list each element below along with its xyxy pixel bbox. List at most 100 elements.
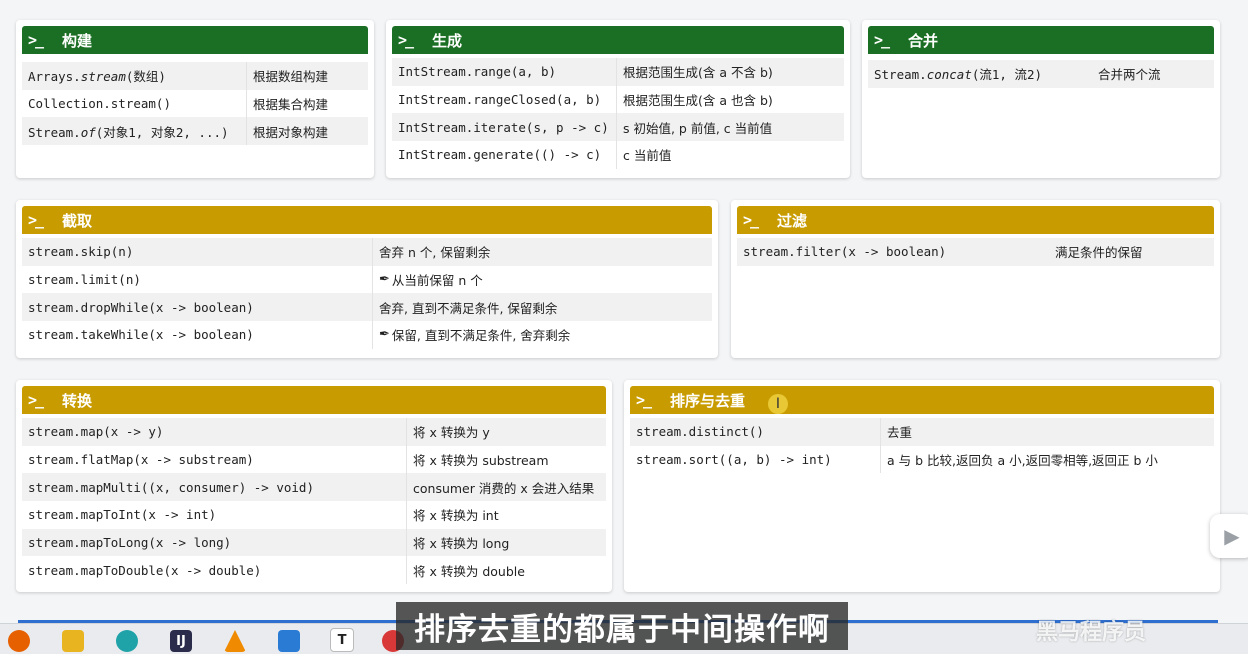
card-build: >_ 构建 Arrays.stream(数组) 根据数组构建 Collectio… — [16, 20, 374, 178]
code-cell: stream.filter(x -> boolean) — [743, 244, 947, 260]
table-row: stream.mapToLong(x -> long) 将 x 转换为 long — [22, 528, 606, 557]
typora-icon[interactable]: T — [330, 628, 354, 652]
code-cell: IntStream.iterate(s, p -> c) — [398, 119, 609, 135]
desc-cell: 将 x 转换为 double — [406, 556, 525, 585]
desc-cell: 将 x 转换为 int — [406, 501, 499, 529]
desc-cell: s 初始值, p 前值, c 当前值 — [616, 113, 772, 142]
desc-cell: a 与 b 比较,返回负 a 小,返回零相等,返回正 b 小 — [880, 445, 1158, 474]
table-row: Arrays.stream(数组) 根据数组构建 — [22, 62, 368, 90]
text-cursor-icon: I — [768, 394, 788, 414]
section-title: 排序与去重 — [670, 391, 746, 410]
table-row: stream.dropWhile(x -> boolean) 舍弃, 直到不满足… — [22, 293, 712, 322]
section-header-filter: >_ 过滤 — [737, 206, 1214, 234]
desc-cell: 将 x 转换为 substream — [406, 445, 549, 474]
table-row: stream.mapToDouble(x -> double) 将 x 转换为 … — [22, 556, 606, 585]
table-row: stream.map(x -> y) 将 x 转换为 y — [22, 418, 606, 446]
section-title: 截取 — [62, 211, 93, 230]
terminal-prompt-icon: >_ — [28, 211, 44, 229]
code-cell: stream.mapToLong(x -> long) — [28, 535, 232, 551]
desc-cell: consumer 消费的 x 会进入结果 — [406, 473, 594, 502]
card-filter: >_ 过滤 stream.filter(x -> boolean) 满足条件的保… — [731, 200, 1220, 358]
terminal-prompt-icon: >_ — [636, 391, 652, 409]
vlc-icon[interactable] — [224, 630, 246, 652]
folder-icon[interactable] — [62, 630, 84, 652]
code-cell: stream.sort((a, b) -> int) — [636, 452, 832, 468]
desc-cell: 去重 — [880, 418, 912, 446]
desc-cell: 舍弃 n 个, 保留剩余 — [372, 238, 490, 266]
section-title: 转换 — [62, 391, 93, 410]
edge-icon[interactable] — [116, 630, 138, 652]
card-generate: >_ 生成 IntStream.range(a, b) 根据范围生成(含 a 不… — [386, 20, 850, 178]
pen-icon: ✒ — [379, 327, 390, 343]
desc-cell: 满足条件的保留 — [1055, 245, 1143, 261]
firefox-icon[interactable] — [8, 630, 30, 652]
desc-cell: c 当前值 — [616, 141, 671, 169]
vscode-icon[interactable] — [278, 630, 300, 652]
table-row: stream.limit(n) ✒ 从当前保留 n 个 — [22, 265, 712, 294]
table-row: stream.distinct() 去重 — [630, 418, 1214, 446]
code-cell: IntStream.range(a, b) — [398, 64, 557, 80]
code-cell: IntStream.generate(() -> c) — [398, 147, 602, 163]
table-row: stream.mapMulti((x, consumer) -> void) c… — [22, 473, 606, 502]
section-title: 生成 — [432, 31, 463, 50]
table-row: stream.takeWhile(x -> boolean) ✒ 保留, 直到不满… — [22, 321, 712, 349]
table-row: Stream.concat(流1, 流2) 合并两个流 — [868, 60, 1214, 88]
table-row: stream.flatMap(x -> substream) 将 x 转换为 s… — [22, 445, 606, 474]
desc-cell: 根据范围生成(含 a 也含 b) — [616, 85, 773, 114]
section-header-build: >_ 构建 — [22, 26, 368, 54]
desc-cell: 舍弃, 直到不满足条件, 保留剩余 — [372, 293, 557, 322]
code-cell: stream.skip(n) — [28, 244, 134, 260]
table-row: IntStream.range(a, b) 根据范围生成(含 a 不含 b) — [392, 58, 844, 86]
section-header-convert: >_ 转换 — [22, 386, 606, 414]
play-button[interactable]: ▶ — [1210, 514, 1248, 558]
card-slice: >_ 截取 stream.skip(n) 舍弃 n 个, 保留剩余 stream… — [16, 200, 718, 358]
desc-cell: 根据数组构建 — [246, 62, 328, 90]
section-title: 过滤 — [777, 211, 808, 230]
table-row: IntStream.generate(() -> c) c 当前值 — [392, 141, 844, 169]
terminal-prompt-icon: >_ — [398, 31, 414, 49]
watermark: 黑马程序员 — [1036, 620, 1147, 645]
table-row: stream.sort((a, b) -> int) a 与 b 比较,返回负 … — [630, 445, 1214, 474]
code-cell: Stream.of(对象1, 对象2, ...) — [28, 124, 229, 140]
desc-cell: 将 x 转换为 long — [406, 528, 509, 557]
section-header-slice: >_ 截取 — [22, 206, 712, 234]
table-row: stream.skip(n) 舍弃 n 个, 保留剩余 — [22, 238, 712, 266]
pen-icon: ✒ — [379, 272, 390, 288]
code-cell: stream.map(x -> y) — [28, 424, 164, 440]
code-cell: stream.flatMap(x -> substream) — [28, 452, 254, 468]
table-row: IntStream.rangeClosed(a, b) 根据范围生成(含 a 也… — [392, 85, 844, 114]
card-merge: >_ 合并 Stream.concat(流1, 流2) 合并两个流 — [862, 20, 1220, 178]
section-title: 合并 — [908, 31, 939, 50]
terminal-prompt-icon: >_ — [28, 391, 44, 409]
section-header-sort: >_ 排序与去重 — [630, 386, 1214, 414]
card-convert: >_ 转换 stream.map(x -> y) 将 x 转换为 y strea… — [16, 380, 612, 592]
section-header-merge: >_ 合并 — [868, 26, 1214, 54]
intellij-icon[interactable]: IJ — [170, 630, 192, 652]
terminal-prompt-icon: >_ — [743, 211, 759, 229]
terminal-prompt-icon: >_ — [874, 31, 890, 49]
code-cell: stream.takeWhile(x -> boolean) — [28, 327, 254, 343]
table-row: stream.filter(x -> boolean) 满足条件的保留 — [737, 238, 1214, 266]
desc-cell: ✒ 保留, 直到不满足条件, 舍弃剩余 — [372, 321, 570, 349]
code-cell: Arrays.stream(数组) — [28, 69, 166, 85]
desc-cell: 根据对象构建 — [246, 117, 328, 146]
table-row: stream.mapToInt(x -> int) 将 x 转换为 int — [22, 501, 606, 529]
section-header-generate: >_ 生成 — [392, 26, 844, 54]
table-row: Stream.of(对象1, 对象2, ...) 根据对象构建 — [22, 117, 368, 146]
code-cell: IntStream.rangeClosed(a, b) — [398, 92, 602, 108]
code-cell: Stream.concat(流1, 流2) — [874, 67, 1042, 83]
video-subtitle: 排序去重的都属于中间操作啊 — [396, 602, 848, 650]
desc-cell: 合并两个流 — [1098, 67, 1161, 83]
code-cell: stream.dropWhile(x -> boolean) — [28, 299, 254, 315]
terminal-prompt-icon: >_ — [28, 31, 44, 49]
section-title: 构建 — [62, 31, 93, 50]
desc-cell: 根据范围生成(含 a 不含 b) — [616, 58, 773, 86]
code-cell: stream.mapToInt(x -> int) — [28, 507, 217, 523]
code-cell: stream.mapToDouble(x -> double) — [28, 562, 262, 578]
desc-cell: 根据集合构建 — [246, 89, 328, 118]
code-cell: stream.distinct() — [636, 424, 764, 440]
desc-cell: ✒ 从当前保留 n 个 — [372, 265, 483, 294]
table-row: IntStream.iterate(s, p -> c) s 初始值, p 前值… — [392, 113, 844, 142]
card-sort: >_ 排序与去重 stream.distinct() 去重 stream.sor… — [624, 380, 1220, 592]
code-cell: stream.mapMulti((x, consumer) -> void) — [28, 479, 314, 495]
